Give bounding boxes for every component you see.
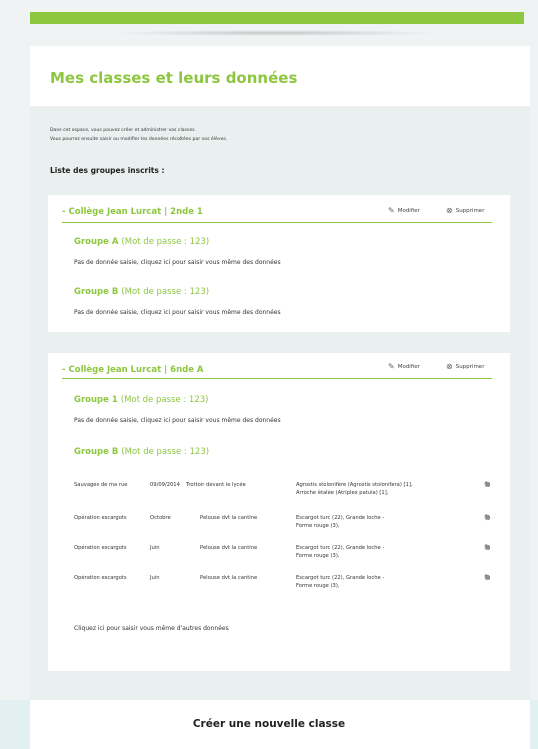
edit-label: Modifier — [397, 364, 420, 370]
row-date: 09/09/2014 — [150, 482, 180, 488]
circle-x-icon[interactable]: ⊗ — [484, 481, 491, 489]
class-heading[interactable]: - Collège Jean Lurcat | 6nde A — [62, 365, 204, 375]
circle-x-icon[interactable]: ⊗ — [484, 544, 491, 552]
edit-label: Modifier — [397, 208, 420, 214]
row-place: Pelouse dvt la cantine — [200, 575, 258, 581]
row-data: Agrostis stolonifère (Agrostis stolonife… — [296, 481, 466, 497]
row-data-line-1: Escargot turc (22), Grande loche - — [296, 545, 385, 551]
page-title: Mes classes et leurs données — [50, 69, 298, 87]
delete-label: Supprimer — [455, 208, 485, 214]
edit-button[interactable]: ✎ Modifier — [388, 363, 420, 371]
add-data-link[interactable]: Cliquez ici pour saisir vous même d'autr… — [74, 625, 229, 632]
row-place: Pelouse dvt la cantine — [200, 545, 258, 551]
row-date: Octobre — [150, 515, 171, 521]
row-protocol: Sauvages de ma rue — [74, 482, 128, 488]
class-heading[interactable]: - Collège Jean Lurcat | 2nde 1 — [62, 207, 203, 217]
row-place: Trottoir devant le lycée — [186, 482, 246, 488]
delete-label: Supprimer — [455, 364, 485, 370]
card-divider — [62, 222, 492, 223]
row-data: Escargot turc (22), Grande loche - Forme… — [296, 514, 466, 530]
pencil-icon: ✎ — [388, 206, 395, 215]
row-protocol: Opération escargots — [74, 575, 127, 581]
list-title: Liste des groupes inscrits : — [50, 166, 165, 175]
row-protocol: Opération escargots — [74, 545, 127, 551]
row-data-line-2: Forme rouge (3), — [296, 583, 340, 589]
row-data-line-2: Forme rouge (3), — [296, 553, 340, 559]
no-data-link[interactable]: Pas de donnée saisie, cliquez ici pour s… — [74, 417, 281, 424]
intro-text: Dans cet espace, vous pouvez créer et ad… — [50, 126, 227, 144]
group-name: Groupe B — [74, 447, 119, 457]
row-data-line-2: Forme rouge (3), — [296, 523, 340, 529]
no-data-link[interactable]: Pas de donnée saisie, cliquez ici pour s… — [74, 259, 281, 266]
group-title: Groupe B (Mot de passe : 123) — [74, 447, 209, 457]
row-data: Escargot turc (22), Grande loche - Forme… — [296, 574, 466, 590]
row-data-line-1: Escargot turc (22), Grande loche - — [296, 515, 385, 521]
row-protocol: Opération escargots — [74, 515, 127, 521]
group-password: (Mot de passe : 123) — [120, 395, 209, 405]
circle-x-icon[interactable]: ⊗ — [484, 574, 491, 582]
group-name: Groupe 1 — [74, 395, 118, 405]
row-data-line-1: Agrostis stolonifère (Agrostis stolonife… — [296, 482, 413, 488]
group-title: Groupe 1 (Mot de passe : 123) — [74, 395, 208, 405]
pencil-icon: ✎ — [388, 362, 395, 371]
group-name: Groupe A — [74, 237, 119, 247]
intro-line-2: Vous pourrez ensuite saisir ou modifier … — [50, 137, 228, 142]
row-data: Escargot turc (22), Grande loche - Forme… — [296, 544, 466, 560]
top-accent-bar — [30, 12, 524, 24]
group-name: Groupe B — [74, 287, 119, 297]
group-title: Groupe B (Mot de passe : 123) — [74, 287, 209, 297]
group-password: (Mot de passe : 123) — [121, 287, 210, 297]
no-data-link[interactable]: Pas de donnée saisie, cliquez ici pour s… — [74, 309, 281, 316]
row-date: Juin — [150, 575, 160, 581]
delete-button[interactable]: ⊗ Supprimer — [446, 363, 484, 371]
class-card: - Collège Jean Lurcat | 2nde 1 ✎ Modifie… — [48, 195, 510, 332]
header-shadow — [110, 30, 440, 36]
circle-x-icon[interactable]: ⊗ — [484, 514, 491, 522]
card-divider — [62, 378, 492, 379]
group-password: (Mot de passe : 123) — [121, 237, 210, 247]
row-date: Juin — [150, 545, 160, 551]
class-card: - Collège Jean Lurcat | 6nde A ✎ Modifie… — [48, 353, 510, 671]
create-class-button[interactable]: Créer une nouvelle classe — [0, 718, 538, 730]
intro-line-1: Dans cet espace, vous pouvez créer et ad… — [50, 128, 196, 133]
circle-x-icon: ⊗ — [446, 206, 453, 215]
delete-button[interactable]: ⊗ Supprimer — [446, 207, 484, 215]
row-data-line-2: Arroche étalée (Atriplex patula) [1], — [296, 490, 389, 496]
row-place: Pelouse dvt la cantine — [200, 515, 258, 521]
group-title: Groupe A (Mot de passe : 123) — [74, 237, 209, 247]
row-data-line-1: Escargot turc (22), Grande loche - — [296, 575, 385, 581]
circle-x-icon: ⊗ — [446, 362, 453, 371]
edit-button[interactable]: ✎ Modifier — [388, 207, 420, 215]
group-password: (Mot de passe : 123) — [121, 447, 210, 457]
